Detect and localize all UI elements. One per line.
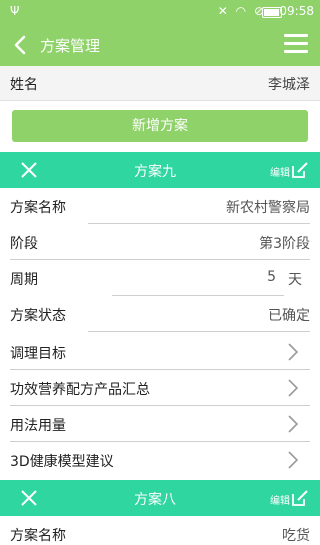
profile-name-row: 姓名 李城泽 <box>0 66 320 101</box>
plan-header: 方案九 编辑 <box>0 152 320 188</box>
plan-name-field[interactable]: 吃货 <box>282 525 310 545</box>
plan-period-label: 周期 <box>10 272 38 288</box>
chevron-left-icon <box>14 35 26 55</box>
plan-status-value: 已确定 <box>268 308 310 324</box>
plan-name-row: 方案名称 吃货 <box>0 516 320 544</box>
link-label: 3D健康模型建议 <box>10 454 114 470</box>
edit-plan-button[interactable]: 编辑 <box>270 164 290 179</box>
link-row-3d-model[interactable]: 3D健康模型建议 <box>0 442 320 478</box>
wifi-icon: ◠ <box>235 4 249 18</box>
link-label: 功效营养配方产品汇总 <box>10 382 150 398</box>
hamburger-line <box>284 50 308 53</box>
chevron-right-icon <box>288 379 299 397</box>
plan-period-row: 周期 5 天 <box>0 260 320 296</box>
plan-stage-row: 阶段 第3阶段 <box>0 224 320 260</box>
hamburger-line <box>284 34 308 37</box>
plan-title: 方案九 <box>134 164 176 180</box>
page-title: 方案管理 <box>40 37 101 55</box>
plan-title: 方案八 <box>134 492 176 508</box>
mute-icon: ✕ <box>217 4 230 18</box>
plan-name-label: 方案名称 <box>10 528 66 544</box>
edit-icon[interactable] <box>290 488 310 508</box>
link-row-dosage[interactable]: 用法用量 <box>0 406 320 442</box>
chevron-right-icon <box>288 415 299 433</box>
plan-stage-value: 第3阶段 <box>259 236 310 252</box>
plan-status-row: 方案状态 已确定 <box>0 296 320 332</box>
plan-status-label: 方案状态 <box>10 308 66 324</box>
usb-icon: Ψ <box>10 4 20 18</box>
add-plan-button[interactable]: 新增方案 <box>12 110 308 142</box>
name-value: 李城泽 <box>268 77 310 93</box>
edit-icon[interactable] <box>290 160 310 180</box>
name-label: 姓名 <box>10 77 38 93</box>
plan-period-field[interactable]: 5 <box>267 269 276 285</box>
status-icons: ✕ ◠ ⊘ <box>218 4 266 18</box>
plan-header: 方案八 编辑 <box>0 480 320 516</box>
edit-plan-button[interactable]: 编辑 <box>270 492 290 507</box>
plan-name-row: 方案名称 新农村警察局 <box>0 188 320 224</box>
link-row-goals[interactable]: 调理目标 <box>0 334 320 370</box>
link-label: 用法用量 <box>10 418 66 434</box>
plan-name-label: 方案名称 <box>10 200 66 216</box>
hamburger-line <box>284 42 308 45</box>
plan-stage-label: 阶段 <box>10 236 38 252</box>
link-label: 调理目标 <box>10 346 66 362</box>
back-button[interactable] <box>10 33 32 57</box>
menu-button[interactable] <box>284 34 308 56</box>
plan-period-unit: 天 <box>288 272 302 288</box>
link-row-products[interactable]: 功效营养配方产品汇总 <box>0 370 320 406</box>
status-bar: Ψ ✕ ◠ ⊘ 09:58 <box>0 0 320 24</box>
field-underline <box>88 331 310 332</box>
chevron-right-icon <box>288 451 299 469</box>
chevron-right-icon <box>288 343 299 361</box>
title-bar: 方案管理 <box>0 24 320 66</box>
plan-name-field[interactable]: 新农村警察局 <box>226 197 310 217</box>
status-time: 09:58 <box>279 4 314 18</box>
